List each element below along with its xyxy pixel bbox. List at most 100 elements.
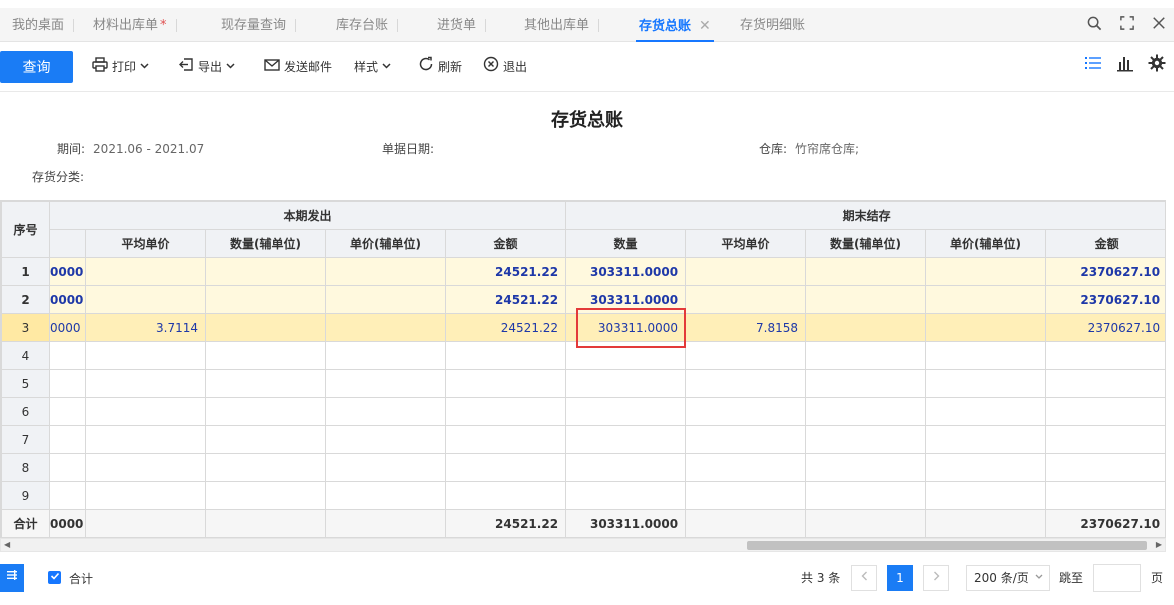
group-header-closing: 期末结存: [565, 201, 1165, 230]
style-button[interactable]: 样式: [354, 55, 391, 79]
window-controls: [1087, 8, 1166, 42]
table-cell: [685, 453, 807, 482]
settings-icon[interactable]: [1148, 54, 1166, 77]
tab-inventory-detail-ledger[interactable]: 存货明细账: [740, 8, 805, 42]
bar-chart-icon[interactable]: [1116, 55, 1134, 77]
column-settings-icon: [7, 570, 17, 580]
tab-stock-query[interactable]: 现存量查询: [221, 8, 297, 42]
tab-bar: 我的桌面 材料出库单 * 现存量查询 库存台账 进货单 其他出库单 存货总账 ✕ 存…: [0, 8, 1174, 42]
category-label: 存货分类:: [32, 170, 85, 184]
list-view-icon[interactable]: [1084, 55, 1102, 76]
seq-header: 序号: [1, 201, 50, 258]
column-header-amount[interactable]: 金额: [444, 229, 567, 258]
table-cell: [85, 341, 206, 370]
tab-other-outbound[interactable]: 其他出库单: [524, 8, 600, 42]
table-cell: [85, 453, 206, 482]
send-email-label: 发送邮件: [284, 60, 333, 74]
next-page-button[interactable]: [923, 565, 949, 591]
table-row[interactable]: 5: [1, 369, 1165, 398]
table-row[interactable]: 7: [1, 425, 1165, 454]
table-cell: [805, 397, 927, 426]
table-row[interactable]: 6: [1, 397, 1165, 426]
exit-button[interactable]: 退出: [483, 55, 527, 79]
table-cell: [85, 369, 206, 398]
table-row[interactable]: 2 0000 24521.22 303311.0000 2370627.10: [1, 285, 1165, 314]
scroll-left-arrow-icon[interactable]: ◀: [4, 539, 10, 551]
table-cell: 24521.22: [444, 257, 567, 286]
tab-separator: [295, 19, 297, 32]
close-icon[interactable]: [1152, 16, 1166, 34]
column-header-aux-price[interactable]: 单价(辅单位): [325, 229, 446, 258]
send-email-button[interactable]: 发送邮件: [264, 55, 332, 79]
column-header-aux-qty[interactable]: 数量(辅单位): [205, 229, 326, 258]
table-cell: [805, 285, 927, 314]
table-cell: 24521.22: [444, 313, 567, 342]
row-seq: 3: [1, 313, 50, 342]
jump-page-input[interactable]: [1093, 564, 1141, 592]
group-header-issue: 本期发出: [48, 201, 567, 230]
tab-label: 进货单: [437, 18, 477, 33]
ledger-table: 序号 本期发出 期末结存 平均单价 数量(辅单位) 单价(辅单位) 金额 数量 …: [1, 201, 1165, 537]
table-cell: [565, 369, 687, 398]
column-settings-toggle[interactable]: [0, 564, 24, 592]
table-cell: [444, 453, 567, 482]
page-size-value: 200 条/页: [974, 571, 1029, 585]
column-header-avg-price[interactable]: 平均单价: [85, 229, 206, 258]
table-cell: [85, 509, 206, 537]
table-cell: 24521.22: [444, 509, 567, 537]
ledger-grid[interactable]: 序号 本期发出 期末结存 平均单价 数量(辅单位) 单价(辅单位) 金额 数量 …: [0, 200, 1166, 538]
tab-inventory-ledger[interactable]: 库存台账: [336, 8, 399, 42]
tab-inventory-general-ledger[interactable]: 存货总账 ✕: [636, 8, 714, 42]
table-row[interactable]: 1 0000 24521.22 303311.0000 2370627.10: [1, 257, 1165, 286]
scroll-right-arrow-icon[interactable]: ▶: [1156, 539, 1162, 551]
close-circle-icon: [483, 55, 499, 79]
tab-label: 我的桌面: [12, 18, 65, 33]
column-header-qty[interactable]: 数量: [565, 229, 687, 258]
tab-my-desktop[interactable]: 我的桌面: [12, 8, 75, 42]
table-cell: [444, 397, 567, 426]
tab-label: 存货总账: [639, 19, 692, 34]
search-icon[interactable]: [1087, 16, 1102, 35]
table-cell: [85, 397, 206, 426]
horizontal-scrollbar[interactable]: ◀ ▶: [0, 538, 1166, 552]
tab-material-outbound[interactable]: 材料出库单 *: [93, 8, 177, 42]
fullscreen-icon[interactable]: [1120, 16, 1134, 34]
export-button[interactable]: 导出: [179, 55, 235, 79]
table-row[interactable]: 8: [1, 453, 1165, 482]
column-header-avg-price[interactable]: 平均单价: [685, 229, 807, 258]
column-header-aux-price[interactable]: 单价(辅单位): [925, 229, 1047, 258]
exit-label: 退出: [503, 60, 528, 74]
tab-purchase-receipt[interactable]: 进货单: [437, 8, 487, 42]
table-cell: 3.7114: [85, 313, 206, 342]
scrollbar-thumb[interactable]: [747, 541, 1147, 550]
table-cell: 303311.0000: [565, 509, 687, 537]
table-cell: 7.8158: [685, 313, 807, 342]
table-row-selected[interactable]: 3 0000 3.7114 24521.22 303311.0000 7.815…: [1, 313, 1165, 342]
column-header-amount[interactable]: 金额: [1045, 229, 1165, 258]
table-cell: [444, 481, 567, 510]
table-cell: 0000: [49, 509, 86, 537]
table-cell: [1045, 453, 1165, 482]
tab-separator: [598, 19, 600, 32]
prev-page-button[interactable]: [851, 565, 877, 591]
checkmark-icon: [50, 572, 59, 580]
page-size-select[interactable]: 200 条/页: [966, 565, 1050, 591]
table-cell: [325, 397, 446, 426]
tab-close-icon[interactable]: ✕: [699, 18, 711, 34]
page-button-current[interactable]: 1: [887, 565, 913, 591]
warehouse-value: 竹帘席仓库;: [795, 142, 860, 156]
refresh-label: 刷新: [438, 60, 463, 74]
table-cell: [925, 453, 1047, 482]
table-row[interactable]: 4: [1, 341, 1165, 370]
sum-checkbox[interactable]: [48, 571, 61, 584]
table-cell: 2370627.10: [1045, 313, 1165, 342]
table-cell: [325, 481, 446, 510]
chevron-down-icon: [226, 55, 235, 79]
refresh-button[interactable]: 刷新: [418, 55, 462, 79]
column-header-aux-qty[interactable]: 数量(辅单位): [805, 229, 927, 258]
table-cell: 303311.0000: [565, 257, 687, 286]
table-row[interactable]: 9: [1, 481, 1165, 510]
period-field: 期间: 2021.06 - 2021.07: [57, 140, 204, 157]
query-button[interactable]: 查询: [0, 51, 73, 83]
print-button[interactable]: 打印: [92, 55, 149, 79]
